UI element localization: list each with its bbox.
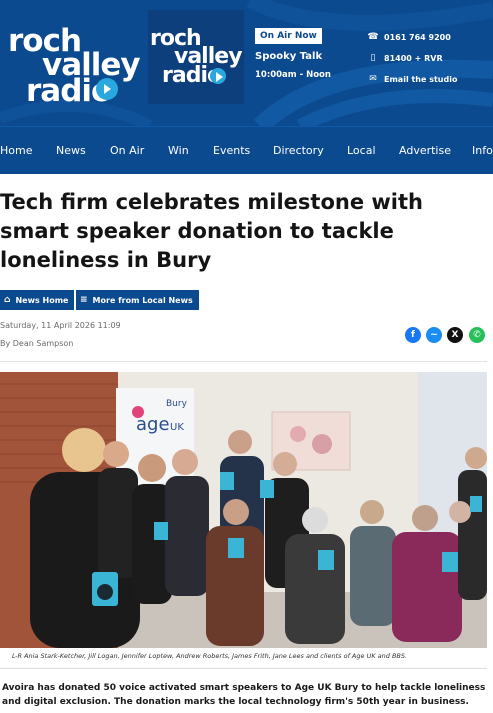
nav-item-on-air[interactable]: On Air <box>110 144 144 157</box>
banner-bury: Bury <box>166 399 188 409</box>
banner-uk: UK <box>170 422 184 433</box>
article-title: Tech firm celebrates milestone with smar… <box>0 190 423 272</box>
caption-divider <box>0 668 487 669</box>
article-date: Saturday, 11 April 2026 11:09 <box>0 321 121 330</box>
contact-text-label: 81400 + RVR <box>384 53 443 63</box>
whatsapp-icon[interactable]: ✆ <box>469 327 485 343</box>
news-home-label: News Home <box>15 295 69 305</box>
secondary-logo[interactable]: roch valley radio <box>148 10 244 104</box>
play-icon <box>210 68 226 84</box>
contact-phone[interactable]: ☎ 0161 764 9200 <box>367 32 451 42</box>
article-author[interactable]: By Dean Sampson <box>0 339 73 348</box>
photo-caption: L-R Ania Stark-Ketcher, Jill Logan, Jenn… <box>12 652 408 660</box>
nav-item-local[interactable]: Local <box>347 144 376 157</box>
divider <box>0 361 487 362</box>
nav-item-advertise[interactable]: Advertise <box>399 144 451 157</box>
article-body-paragraph: Avoira has donated 50 voice activated sm… <box>2 683 486 707</box>
nav-item-events[interactable]: Events <box>213 144 250 157</box>
main-nav: Home News On Air Win Events Directory Lo… <box>0 126 493 174</box>
list-icon: ≡ <box>80 295 88 305</box>
on-air-badge[interactable]: On Air Now <box>255 28 322 44</box>
nav-item-info[interactable]: Info <box>472 144 493 157</box>
site-logo[interactable]: roch valley radio <box>6 18 141 110</box>
home-icon: ⌂ <box>4 295 11 305</box>
contact-email[interactable]: ✉ Email the studio <box>368 74 457 84</box>
contact-email-label: Email the studio <box>384 74 458 84</box>
on-air-show-name[interactable]: Spooky Talk <box>255 51 322 62</box>
on-air-show-time: 10:00am - Noon <box>255 70 331 80</box>
nav-item-news[interactable]: News <box>56 144 86 157</box>
nav-item-home[interactable]: Home <box>0 144 32 157</box>
phone-icon: ☎ <box>367 32 379 42</box>
article-photo: Bury age UK <box>0 372 487 648</box>
more-local-news-button[interactable]: ≡ More from Local News <box>76 290 199 310</box>
messenger-icon[interactable]: ~ <box>426 327 442 343</box>
play-icon <box>96 78 118 100</box>
nav-item-directory[interactable]: Directory <box>273 144 324 157</box>
contact-text[interactable]: ▯ 81400 + RVR <box>368 53 443 63</box>
x-icon[interactable]: X <box>447 327 463 343</box>
mobile-icon: ▯ <box>370 53 376 63</box>
facebook-icon[interactable]: f <box>405 327 421 343</box>
site-header: roch valley radio roch valley radio On A… <box>0 0 493 126</box>
more-local-news-label: More from Local News <box>92 295 193 305</box>
contact-phone-label: 0161 764 9200 <box>384 32 451 42</box>
nav-item-win[interactable]: Win <box>168 144 189 157</box>
news-home-button[interactable]: ⌂ News Home <box>0 290 75 310</box>
mail-icon: ✉ <box>369 74 377 84</box>
